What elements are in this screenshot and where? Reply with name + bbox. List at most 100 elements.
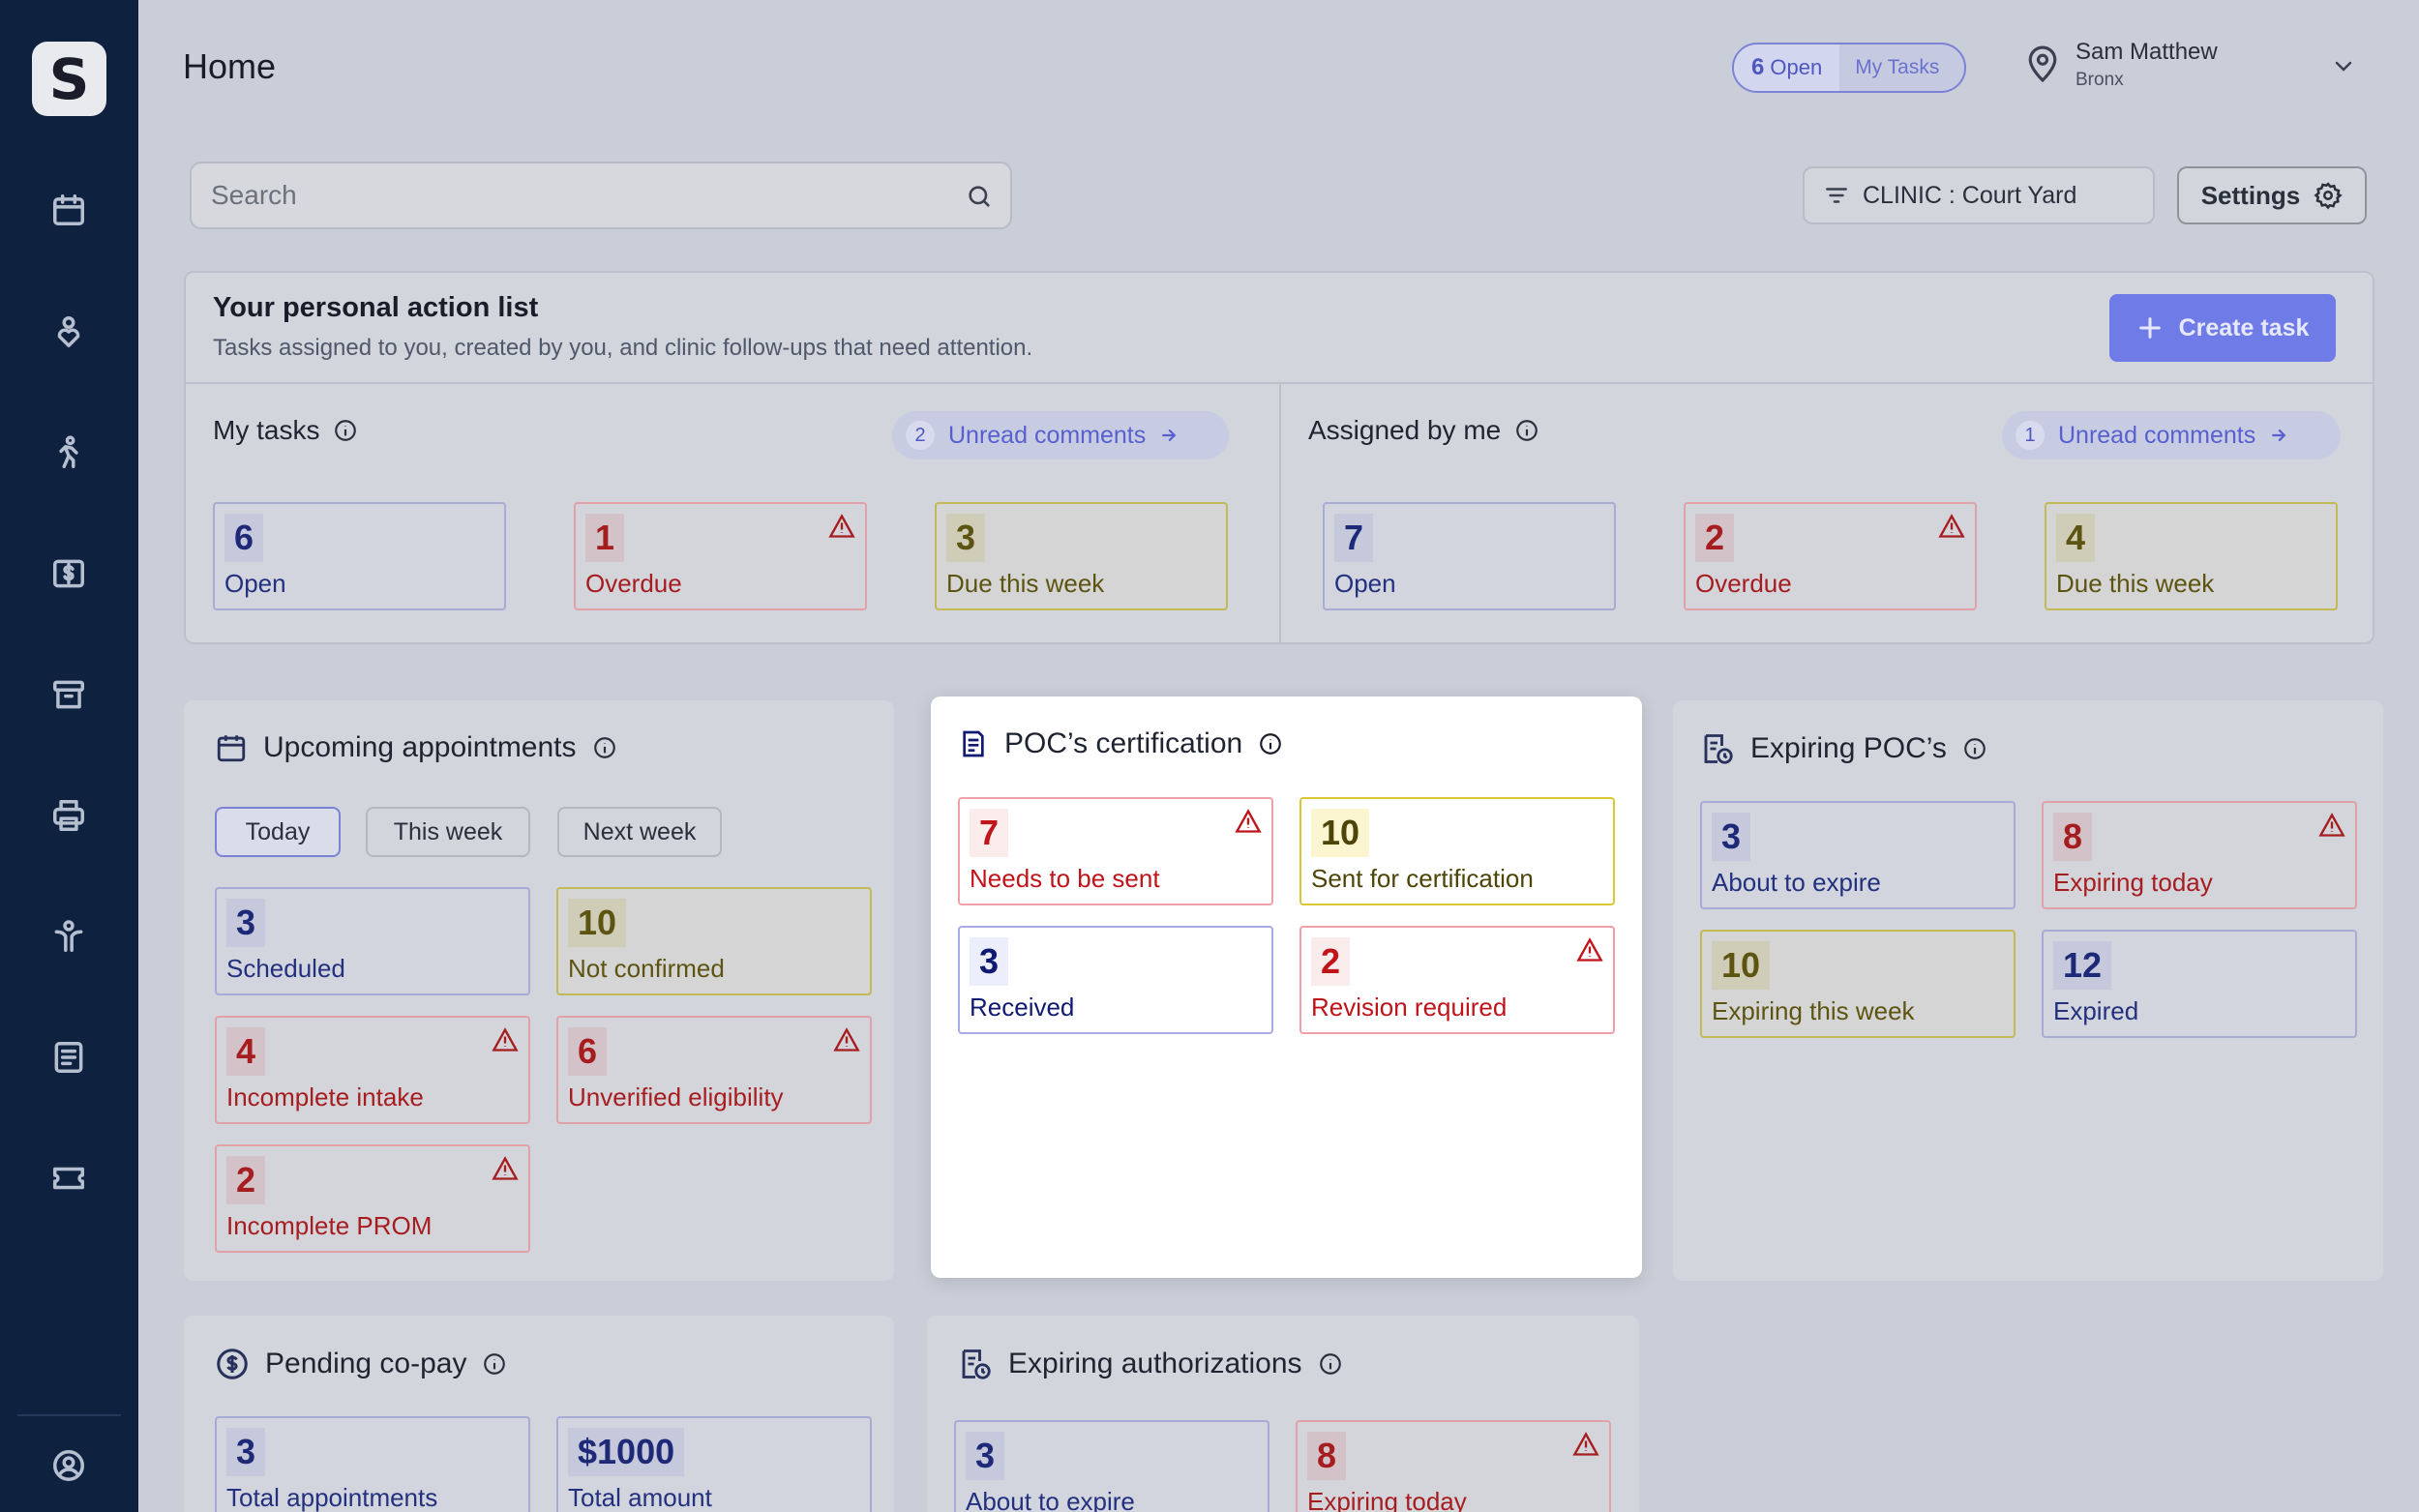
card-title: POC’s certification (958, 727, 1283, 760)
expired-tile[interactable]: 12 Expired (2042, 930, 2357, 1038)
warning-icon (1235, 809, 1262, 833)
incomplete-prom-tile[interactable]: 2 Incomplete PROM (215, 1144, 530, 1253)
search-box (190, 162, 1012, 229)
auth-about-to-expire-tile[interactable]: 3 About to expire (954, 1420, 1269, 1512)
search-input[interactable] (211, 163, 946, 227)
tile-value: 3 (946, 514, 986, 562)
tile-label: Open (1334, 569, 1396, 598)
card-title: Upcoming appointments (215, 731, 617, 764)
needs-to-be-sent-tile[interactable]: 7 Needs to be sent (958, 797, 1273, 905)
calendar-icon[interactable] (45, 186, 93, 234)
assigned-by-me-section: Assigned by me 1 Unread comments 7 Open … (1281, 382, 2374, 644)
tile-value: 7 (970, 809, 1009, 857)
tile-value: 3 (970, 937, 1009, 986)
create-task-label: Create task (2178, 313, 2310, 341)
chip-this-week[interactable]: This week (366, 807, 530, 857)
info-icon[interactable] (333, 418, 358, 443)
billing-icon[interactable] (45, 549, 93, 598)
my-tasks-open-tile[interactable]: 6 Open (213, 502, 506, 610)
clinic-filter-button[interactable]: CLINIC : Court Yard (1803, 166, 2155, 224)
tile-label: Due this week (946, 569, 1105, 598)
card-title: Expiring POC’s (1700, 731, 1987, 766)
about-to-expire-tile[interactable]: 3 About to expire (1700, 801, 2016, 909)
document-icon[interactable] (45, 1033, 93, 1082)
tile-value: 10 (1712, 941, 1771, 990)
filter-icon (1826, 188, 1847, 203)
sent-for-certification-tile[interactable]: 10 Sent for certification (1299, 797, 1615, 905)
tile-label: Expiring today (1307, 1487, 1467, 1512)
my-tasks-unread-comments[interactable]: 2 Unread comments (892, 411, 1229, 460)
settings-button[interactable]: Settings (2177, 166, 2367, 224)
tile-label: Not confirmed (568, 954, 725, 983)
archive-icon[interactable] (45, 670, 93, 719)
assigned-open-tile[interactable]: 7 Open (1323, 502, 1616, 610)
print-icon[interactable] (45, 791, 93, 840)
unread-label: Unread comments (2058, 421, 2256, 449)
create-task-button[interactable]: Create task (2109, 294, 2336, 362)
tile-value: 12 (2053, 941, 2112, 990)
app-logo[interactable]: S (32, 42, 106, 116)
expiring-this-week-tile[interactable]: 10 Expiring this week (1700, 930, 2016, 1038)
my-tasks-due-week-tile[interactable]: 3 Due this week (935, 502, 1228, 610)
tile-label: Total amount (568, 1483, 712, 1512)
revision-required-tile[interactable]: 2 Revision required (1299, 926, 1615, 1034)
profile-icon[interactable] (45, 1441, 93, 1490)
assigned-unread-comments[interactable]: 1 Unread comments (2002, 411, 2341, 460)
tile-value: 3 (1712, 813, 1751, 861)
info-icon[interactable] (1258, 731, 1283, 756)
chevron-down-icon[interactable] (2332, 54, 2355, 77)
my-tasks-link[interactable]: My Tasks (1839, 56, 1955, 79)
tile-label: Expired (2053, 996, 2139, 1025)
logo-letter: S (48, 45, 90, 112)
card-title: Pending co-pay (215, 1347, 507, 1381)
info-icon[interactable] (482, 1351, 507, 1377)
card-title: Expiring authorizations (958, 1347, 1343, 1381)
staff-icon[interactable] (45, 912, 93, 961)
warning-icon (492, 1027, 519, 1052)
patient-icon[interactable] (45, 308, 93, 356)
calendar-icon (217, 735, 246, 762)
scheduled-tile[interactable]: 3 Scheduled (215, 887, 530, 995)
my-tasks-overdue-tile[interactable]: 1 Overdue (574, 502, 867, 610)
tile-value: 3 (966, 1432, 1005, 1480)
tile-label: About to expire (966, 1487, 1135, 1512)
assigned-due-week-tile[interactable]: 4 Due this week (2045, 502, 2338, 610)
incomplete-intake-tile[interactable]: 4 Incomplete intake (215, 1016, 530, 1124)
auth-expiring-today-tile[interactable]: 8 Expiring today (1296, 1420, 1611, 1512)
unverified-eligibility-tile[interactable]: 6 Unverified eligibility (556, 1016, 872, 1124)
received-tile[interactable]: 3 Received (958, 926, 1273, 1034)
expiring-today-tile[interactable]: 8 Expiring today (2042, 801, 2357, 909)
tile-label: Incomplete intake (226, 1082, 424, 1112)
chip-next-week[interactable]: Next week (557, 807, 722, 857)
user-menu[interactable]: Sam Matthew Bronx (2026, 37, 2355, 95)
exercise-icon[interactable] (45, 429, 93, 477)
not-confirmed-tile[interactable]: 10 Not confirmed (556, 887, 872, 995)
info-icon[interactable] (592, 735, 617, 760)
info-icon[interactable] (1962, 736, 1987, 761)
search-icon[interactable] (966, 183, 993, 210)
tile-value: 3 (226, 1428, 266, 1476)
my-tasks-section: My tasks 2 Unread comments 6 Open 1 Over… (186, 382, 1279, 644)
ticket-icon[interactable] (45, 1154, 93, 1202)
warning-icon (1572, 1432, 1599, 1456)
warning-icon (2318, 813, 2345, 837)
chip-today[interactable]: Today (215, 807, 341, 857)
page-title: Home (183, 46, 277, 86)
tile-value: 10 (568, 899, 627, 947)
info-icon[interactable] (1318, 1351, 1343, 1377)
warning-icon (1576, 937, 1603, 962)
warning-icon (828, 514, 855, 538)
info-icon[interactable] (1514, 418, 1539, 443)
assigned-overdue-tile[interactable]: 2 Overdue (1684, 502, 1977, 610)
total-appointments-tile[interactable]: 3 Total appointments (215, 1416, 530, 1512)
tile-label: Incomplete PROM (226, 1211, 433, 1240)
card-title-label: Expiring POC’s (1750, 732, 1947, 764)
open-count: 6 (1751, 54, 1765, 80)
arrow-right-icon (1162, 429, 1177, 442)
unread-label: Unread comments (948, 421, 1147, 449)
tile-value: 8 (1307, 1432, 1347, 1480)
open-count-segment[interactable]: 6 Open (1734, 44, 1840, 91)
warning-icon (492, 1156, 519, 1180)
total-amount-tile[interactable]: $1000 Total amount (556, 1416, 872, 1512)
my-tasks-pill[interactable]: 6 Open My Tasks (1732, 43, 1966, 93)
